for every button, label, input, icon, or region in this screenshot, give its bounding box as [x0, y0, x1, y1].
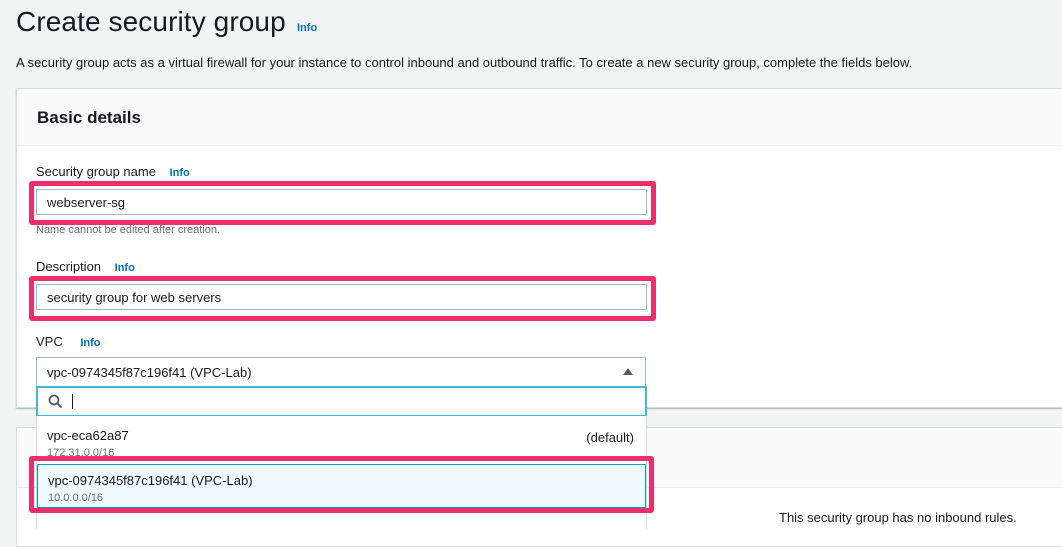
description-input[interactable]: security group for web servers: [36, 284, 647, 310]
vpc-label-text: VPC: [36, 334, 63, 349]
vpc-select[interactable]: vpc-0974345f87c196f41 (VPC-Lab): [36, 357, 646, 387]
description-value: security group for web servers: [47, 290, 222, 305]
vpc-label: VPC Info: [36, 334, 101, 349]
description-info-link[interactable]: Info: [115, 262, 135, 274]
text-cursor: [72, 394, 73, 409]
caret-up-icon: [623, 368, 633, 375]
no-inbound-rules-text: This security group has no inbound rules…: [779, 510, 1017, 525]
vpc-option[interactable]: vpc-eca62a87 172.31.0.0/16 (default): [37, 420, 646, 466]
vpc-search-input[interactable]: [36, 386, 647, 417]
vpc-option-selected[interactable]: vpc-0974345f87c196f41 (VPC-Lab) 10.0.0.0…: [37, 464, 646, 508]
page-intro: A security group acts as a virtual firew…: [16, 55, 913, 70]
title-info-link[interactable]: Info: [297, 22, 317, 34]
vpc-option-cidr: 10.0.0.0/16: [48, 492, 104, 504]
sg-name-hint: Name cannot be edited after creation.: [36, 224, 221, 236]
description-label: Description Info: [36, 259, 135, 274]
page-title: Create security group: [16, 6, 286, 37]
basic-details-heading: Basic details: [37, 108, 141, 127]
sg-name-info-link[interactable]: Info: [170, 167, 190, 179]
vpc-option-tag: (default): [586, 430, 634, 445]
vpc-option-cidr: 172.31.0.0/16: [47, 447, 115, 459]
search-icon: [48, 394, 62, 408]
sg-name-value: webserver-sg: [47, 195, 126, 210]
sg-name-input[interactable]: webserver-sg: [36, 189, 647, 215]
description-label-text: Description: [36, 259, 102, 274]
vpc-selected-value: vpc-0974345f87c196f41 (VPC-Lab): [47, 365, 252, 380]
vpc-info-link[interactable]: Info: [80, 337, 100, 349]
sg-name-label-text: Security group name: [36, 164, 156, 179]
basic-details-header: Basic details: [17, 89, 1062, 146]
vpc-dropdown-list: vpc-eca62a87 172.31.0.0/16 (default) vpc…: [36, 416, 647, 529]
vpc-option-name: vpc-eca62a87: [47, 428, 129, 443]
vpc-option-name: vpc-0974345f87c196f41 (VPC-Lab): [48, 473, 253, 488]
sg-name-label: Security group name Info: [36, 164, 190, 179]
